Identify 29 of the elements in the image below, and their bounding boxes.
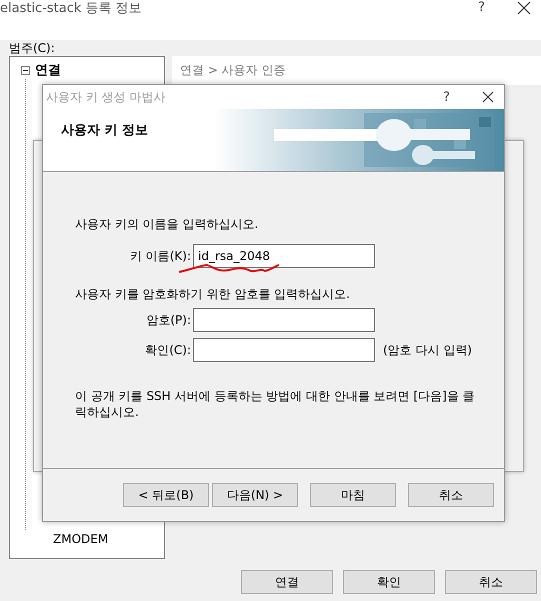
tree-item[interactable]: ZMODEM <box>53 532 108 546</box>
input-field[interactable] <box>193 308 375 332</box>
instruction-text: 사용자 키의 이름을 입력하십시오. <box>75 216 260 232</box>
field-label: 키 이름(K): <box>128 248 192 264</box>
dialog-title: 사용자 키 생성 마법사 <box>46 88 166 106</box>
breadcrumb: 연결 > 사용자 인증 <box>172 56 541 85</box>
window-title: elastic-stack 등록 정보 <box>0 0 142 18</box>
tree-item[interactable]: 연결 <box>35 61 61 79</box>
dialog-button[interactable]: 연결 <box>241 570 333 594</box>
field-note: (암호 다시 입력) <box>383 342 472 358</box>
help-button[interactable]: ? <box>441 90 452 104</box>
field-label: 암호(P): <box>145 312 192 328</box>
dialog-button[interactable]: 취소 <box>445 570 537 594</box>
close-icon[interactable] <box>517 0 531 14</box>
category-label: 범주(C): <box>9 40 55 56</box>
input-field[interactable]: id_rsa_2048 <box>193 244 375 268</box>
wizard-button[interactable]: < 뒤로(B) <box>123 483 209 507</box>
instruction-text: 이 공개 키를 SSH 서버에 등록하는 방법에 대한 안내를 보려면 [다음]을 클릭하십시오. <box>75 388 476 420</box>
dialog-button[interactable]: 확인 <box>343 570 435 594</box>
input-field[interactable] <box>193 338 375 362</box>
wizard-button[interactable]: 취소 <box>408 483 494 507</box>
close-icon[interactable] <box>482 91 494 103</box>
instruction-text: 사용자 키를 암호화하기 위한 암호를 입력하십시오. <box>75 286 351 302</box>
collapse-icon[interactable] <box>21 66 30 74</box>
wizard-button[interactable]: 다음(N) > <box>212 483 298 507</box>
wizard-heading: 사용자 키 정보 <box>60 122 148 139</box>
help-button[interactable]: ? <box>476 0 487 15</box>
wizard-button[interactable]: 마침 <box>310 483 396 507</box>
field-label: 확인(C): <box>144 342 192 358</box>
